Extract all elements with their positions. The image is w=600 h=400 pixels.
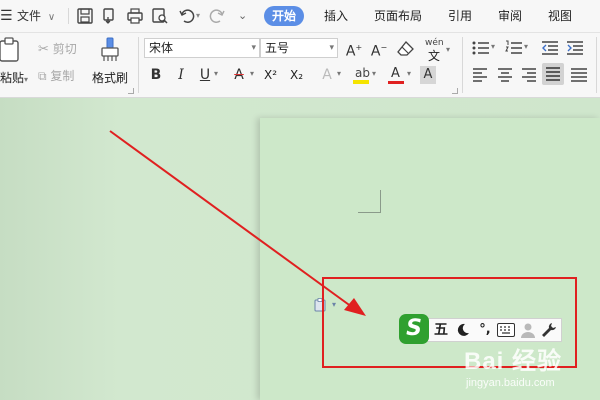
numbered-list-icon[interactable]	[505, 40, 523, 56]
decrease-indent-icon[interactable]	[541, 40, 559, 56]
chevron-down-icon[interactable]: ▾	[214, 69, 218, 78]
justify-icon	[546, 67, 560, 81]
subscript-icon[interactable]: X₂	[290, 68, 303, 82]
distributed-align-icon[interactable]	[570, 68, 588, 82]
italic-icon[interactable]: I	[172, 66, 190, 84]
tab-home[interactable]: 开始	[264, 6, 305, 26]
page-margin-corner-mark	[358, 190, 381, 213]
align-right-icon[interactable]	[521, 68, 537, 82]
pinyin-char-icon: 文	[428, 49, 441, 63]
cut-button[interactable]: ✂ 剪切	[38, 40, 77, 57]
hamburger-icon[interactable]: ☰	[0, 0, 13, 32]
chevron-down-icon[interactable]: ▾	[491, 42, 495, 51]
copy-label: 复制	[50, 69, 75, 83]
chevron-down-icon: ∨	[47, 12, 56, 23]
format-painter-label[interactable]: 格式刷	[92, 69, 128, 86]
watermark-url: jingyan.baidu.com	[466, 377, 555, 389]
paste-button[interactable]: 粘贴▾	[0, 69, 28, 86]
print-icon[interactable]	[126, 7, 144, 25]
chevron-down-icon[interactable]: ▾	[337, 69, 341, 78]
chevron-down-icon[interactable]: ▾	[372, 69, 376, 78]
character-shading-icon[interactable]: A	[420, 66, 436, 84]
increase-indent-icon[interactable]	[566, 40, 584, 56]
export-pdf-icon[interactable]	[101, 7, 119, 25]
chevron-down-icon[interactable]: ▾	[407, 69, 411, 78]
chevron-down-icon[interactable]: ▾	[524, 42, 528, 51]
bullet-list-icon[interactable]	[472, 40, 490, 56]
justify-button[interactable]	[542, 63, 564, 85]
tab-insert[interactable]: 插入	[324, 0, 348, 32]
watermark-brand: Bai 经验	[464, 348, 563, 375]
scissors-icon: ✂	[38, 42, 49, 57]
grow-font-icon[interactable]: A+	[345, 39, 363, 60]
bold-icon[interactable]: B	[147, 66, 165, 84]
tab-view[interactable]: 视图	[548, 0, 572, 32]
cut-label: 剪切	[52, 42, 77, 56]
chevron-down-icon: ▾	[329, 43, 334, 53]
chevron-down-icon[interactable]: ▾	[446, 45, 450, 54]
clear-format-icon[interactable]	[397, 41, 415, 57]
font-name-value: 宋体	[149, 41, 174, 55]
undo-icon[interactable]	[178, 7, 196, 25]
file-menu[interactable]: 文件 ∨	[17, 0, 55, 32]
paste-label: 粘贴	[0, 71, 25, 85]
chevron-down-icon: ▾	[251, 43, 256, 53]
highlight-icon[interactable]: ab	[353, 66, 370, 84]
format-painter-icon[interactable]	[99, 37, 121, 63]
font-name-select[interactable]: 宋体 ▾	[144, 38, 260, 58]
print-preview-icon[interactable]	[151, 7, 169, 25]
paste-icon[interactable]	[0, 37, 22, 63]
chevron-down-icon[interactable]: ▾	[250, 69, 254, 78]
file-menu-label: 文件	[17, 9, 42, 23]
strikethrough-icon[interactable]: A	[230, 66, 248, 84]
tab-page-layout[interactable]: 页面布局	[374, 0, 422, 32]
baidu-jingyan-watermark: Bai 经验 jingyan.baidu.com	[460, 335, 600, 400]
copy-icon: ⧉	[38, 69, 47, 83]
redo-icon[interactable]	[208, 7, 226, 25]
ribbon: 粘贴▾ ✂ 剪切 ⧉ 复制 格式刷 宋体 ▾ 五号 ▾ A+ A− wén 文 …	[0, 33, 600, 98]
save-icon[interactable]	[76, 7, 94, 25]
shrink-font-icon[interactable]: A−	[370, 39, 388, 60]
underline-icon[interactable]: U	[196, 66, 214, 84]
undo-dropdown-icon[interactable]: ▾	[196, 0, 200, 32]
tab-references[interactable]: 引用	[448, 0, 472, 32]
align-center-icon[interactable]	[497, 68, 513, 82]
superscript-icon[interactable]: X²	[264, 68, 277, 82]
tab-review[interactable]: 审阅	[498, 0, 522, 32]
customize-toolbar-icon[interactable]: ⌄	[238, 0, 247, 32]
text-effect-icon[interactable]: A	[318, 66, 336, 84]
font-size-select[interactable]: 五号 ▾	[260, 38, 338, 58]
copy-button[interactable]: ⧉ 复制	[38, 67, 74, 84]
font-color-icon[interactable]: A	[388, 66, 404, 84]
font-size-value: 五号	[265, 41, 290, 55]
align-left-icon[interactable]	[472, 68, 488, 82]
menu-bar: ☰ 文件 ∨ ▾ ⌄ 开始 插入 页面布局 引用 审阅 视图	[0, 0, 600, 33]
